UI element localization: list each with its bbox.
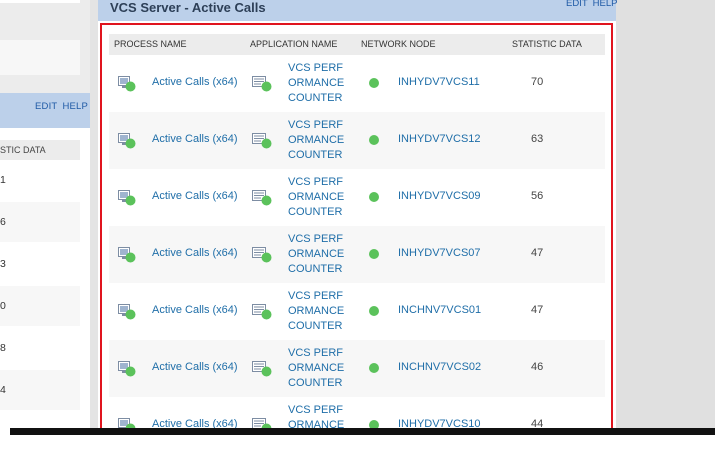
bottom-margin	[0, 435, 715, 460]
help-link[interactable]: HELP	[593, 0, 618, 9]
column-gap	[90, 0, 98, 430]
left-statistic-value: 8	[0, 342, 6, 354]
left-column-header: STIC DATA	[0, 140, 80, 160]
panel-links: EDIT HELP	[561, 0, 617, 9]
left-statistic-value: 0	[0, 286, 80, 326]
highlight-frame	[100, 23, 613, 433]
edit-link[interactable]: EDIT	[566, 0, 588, 9]
left-help-link[interactable]: HELP	[62, 101, 88, 112]
left-statistic-value: 3	[0, 258, 6, 270]
left-statistic-value: 4	[0, 370, 80, 410]
bottom-black-bar	[10, 428, 715, 435]
left-edit-link[interactable]: EDIT	[35, 101, 57, 112]
left-statistic-value: 1	[0, 174, 6, 186]
right-background	[616, 0, 715, 430]
left-widget-top-edge	[0, 0, 80, 3]
left-statistic-value: 6	[0, 202, 80, 242]
panel-title: VCS Server - Active Calls	[110, 0, 266, 15]
left-widget-row	[0, 40, 80, 75]
left-widget-links: EDIT HELP	[35, 101, 93, 112]
bottom-edge-cap	[0, 428, 10, 435]
